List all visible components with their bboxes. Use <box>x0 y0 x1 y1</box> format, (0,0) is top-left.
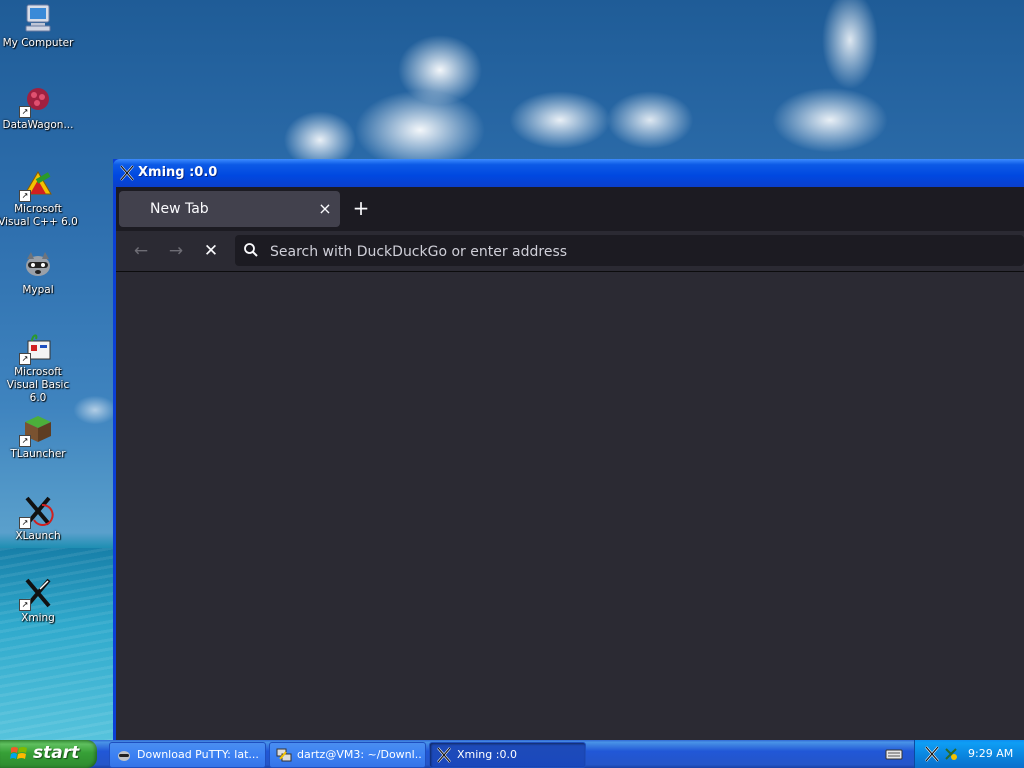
desktop-icon-my-computer[interactable]: My Computer <box>0 2 78 50</box>
keyboard-language-icon[interactable] <box>885 746 903 762</box>
shortcut-arrow-icon: ↗ <box>19 353 31 365</box>
desktop-icon-label: Xming <box>21 612 55 624</box>
mypal-raccoon-icon <box>22 249 54 281</box>
tlauncher-grass-block-icon: ↗ <box>19 413 54 447</box>
window-titlebar[interactable]: Xming :0.0 <box>113 159 1024 187</box>
shortcut-arrow-icon: ↗ <box>19 599 31 611</box>
mypal-raccoon-icon <box>116 747 132 763</box>
xming-icon: ↗ <box>19 577 54 611</box>
desktop-icon-tlauncher[interactable]: ↗ TLauncher <box>0 413 78 461</box>
desktop-icon-label: My Computer <box>2 37 74 49</box>
xlaunch-icon: ↗ <box>19 495 54 529</box>
address-input[interactable] <box>268 235 1012 268</box>
xming-icon <box>436 747 452 763</box>
desktop-icon-visual-basic[interactable]: ↗ Microsoft Visual Basic 6.0 <box>0 331 78 405</box>
xming-window: Xming :0.0 New Tab × + ← → ✕ <box>113 159 1024 740</box>
browser-client-area: New Tab × + ← → ✕ <box>116 187 1024 740</box>
visual-basic-icon: ↗ <box>19 331 54 365</box>
system-tray: 9:29 AM <box>914 740 1024 768</box>
address-bar[interactable] <box>235 235 1024 268</box>
taskbar: start Download PuTTY: lat... dartz@VM3: … <box>0 740 1024 768</box>
back-arrow-icon[interactable]: ← <box>128 239 154 263</box>
xlaunch-tray-icon[interactable] <box>943 746 959 762</box>
tab-label: New Tab <box>150 201 209 217</box>
desktop-icon-visual-cpp[interactable]: ↗ Microsoft Visual C++ 6.0 <box>0 168 78 229</box>
shortcut-arrow-icon: ↗ <box>19 106 31 118</box>
taskbar-item-label: dartz@VM3: ~/Downl... <box>297 748 421 761</box>
shortcut-arrow-icon: ↗ <box>19 435 31 447</box>
tab-strip: New Tab × + <box>116 187 1024 231</box>
desktop-icon-datawagon[interactable]: ↗ DataWagon... <box>0 84 78 132</box>
taskbar-item-label: Xming :0.0 <box>457 748 517 761</box>
xming-icon <box>119 165 135 181</box>
start-label: start <box>33 743 80 763</box>
desktop-icon-label: TLauncher <box>10 448 66 460</box>
desktop-icon-label: Mypal <box>22 284 54 296</box>
taskbar-item-xming[interactable]: Xming :0.0 <box>429 742 586 768</box>
taskbar-item-putty-download[interactable]: Download PuTTY: lat... <box>109 742 266 768</box>
close-tab-icon[interactable]: × <box>316 200 334 218</box>
shortcut-arrow-icon: ↗ <box>19 190 31 202</box>
visual-cpp-icon: ↗ <box>19 168 54 202</box>
putty-icon <box>276 747 292 763</box>
navigation-toolbar: ← → ✕ <box>116 231 1024 272</box>
new-tab-button[interactable]: + <box>349 197 373 221</box>
datawagon-icon: ↗ <box>19 84 54 118</box>
desktop-icon-mypal[interactable]: Mypal <box>0 249 78 297</box>
my-computer-icon <box>22 2 54 34</box>
stop-loading-icon[interactable]: ✕ <box>198 239 224 263</box>
desktop-icon-label: Microsoft Visual Basic 6.0 <box>6 366 70 404</box>
window-title: Xming :0.0 <box>138 165 218 180</box>
desktop-icon-xlaunch[interactable]: ↗ XLaunch <box>0 495 78 543</box>
windows-flag-icon <box>10 745 28 763</box>
desktop-icon-label: Microsoft Visual C++ 6.0 <box>0 203 78 228</box>
tab-new-tab[interactable]: New Tab × <box>119 191 340 227</box>
desktop-icon-xming[interactable]: ↗ Xming <box>0 577 78 625</box>
start-button[interactable]: start <box>0 740 97 768</box>
search-icon <box>243 242 259 258</box>
taskbar-item-putty-terminal[interactable]: dartz@VM3: ~/Downl... <box>269 742 426 768</box>
xming-tray-icon[interactable] <box>924 746 940 762</box>
taskbar-clock: 9:29 AM <box>968 747 1014 760</box>
desktop-icon-label: DataWagon... <box>2 119 74 131</box>
page-content <box>116 272 1024 740</box>
forward-arrow-icon[interactable]: → <box>163 239 189 263</box>
taskbar-item-label: Download PuTTY: lat... <box>137 748 259 761</box>
desktop-icon-label: XLaunch <box>15 530 61 542</box>
shortcut-arrow-icon: ↗ <box>19 517 31 529</box>
